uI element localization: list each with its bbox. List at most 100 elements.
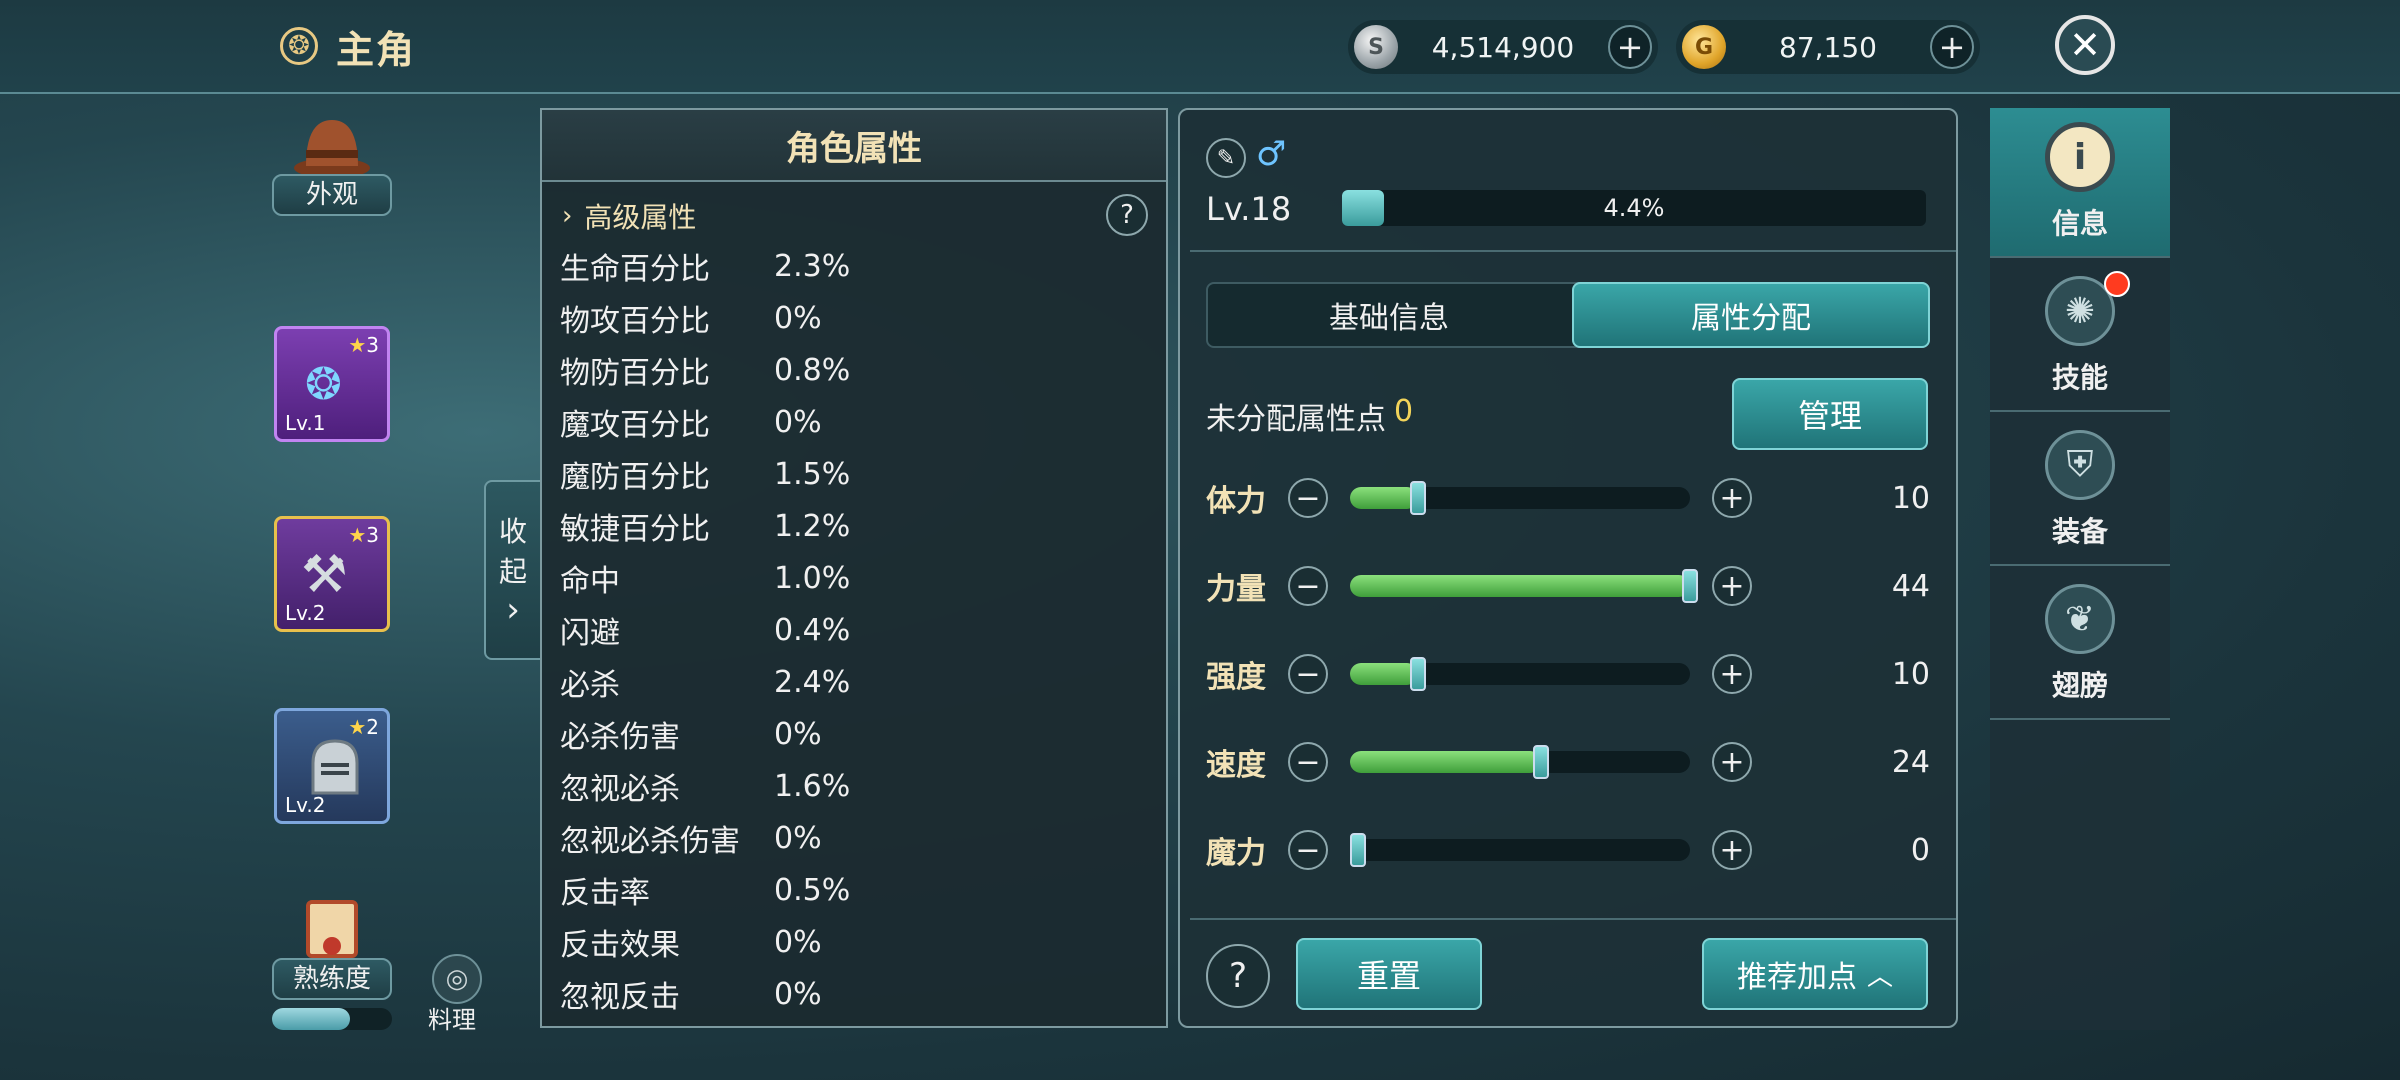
chevron-up-icon: ︿ (1866, 961, 1893, 992)
add-gold-button[interactable]: + (1930, 25, 1974, 69)
cooking-icon[interactable]: ◎ (432, 954, 482, 1004)
stat-slider[interactable] (1350, 745, 1690, 779)
attribute-name: 必杀 (560, 668, 620, 703)
increase-stat-button[interactable]: + (1712, 654, 1752, 694)
stat-value: 44 (1891, 568, 1930, 604)
attribute-row: 魔攻百分比 0% (560, 396, 822, 448)
attribute-value: 0.5% (774, 872, 851, 908)
attribute-value: 0% (774, 976, 822, 1012)
slot-stars: ★3 (348, 333, 379, 357)
proficiency-button[interactable]: 熟练度 (272, 958, 392, 1000)
attribute-value: 1.2% (774, 508, 851, 544)
attribute-name: 忽视必杀伤害 (560, 824, 740, 859)
increase-stat-button[interactable]: + (1712, 566, 1752, 606)
stat-slider-handle[interactable] (1410, 481, 1426, 515)
help-button[interactable]: ? (1206, 944, 1270, 1008)
stat-slider-handle[interactable] (1410, 657, 1426, 691)
stat-row: 魔力 − +0 (1206, 824, 1930, 876)
equip-slot-ring[interactable]: ★3 ❂ Lv.1 (274, 326, 390, 442)
tab-attribute-allocation[interactable]: 属性分配 (1572, 282, 1930, 348)
stat-slider[interactable] (1350, 657, 1690, 691)
rename-pencil-icon[interactable]: ✎ (1206, 138, 1246, 178)
wing-icon: ❦ (2045, 584, 2115, 654)
attribute-row: 必杀 2.4% (560, 656, 850, 708)
reset-button[interactable]: 重置 (1296, 938, 1482, 1010)
decrease-stat-button[interactable]: − (1288, 566, 1328, 606)
attribute-name: 物攻百分比 (560, 304, 710, 339)
attribute-value: 2.4% (774, 664, 851, 700)
wheel-icon: ❂ (280, 27, 318, 65)
decrease-stat-button[interactable]: − (1288, 742, 1328, 782)
gold-amount: 87,150 (1779, 30, 1877, 64)
decrease-stat-button[interactable]: − (1288, 830, 1328, 870)
stat-slider[interactable] (1350, 833, 1690, 867)
divider (1190, 918, 1956, 920)
stat-slider-fill (1350, 575, 1690, 597)
stat-value: 24 (1891, 744, 1930, 780)
attribute-value: 0% (774, 716, 822, 752)
manage-button[interactable]: 管理 (1732, 378, 1928, 450)
nav-item-wings[interactable]: ❦ 翅膀 (1990, 570, 2170, 720)
stat-name: 魔力 (1206, 836, 1266, 871)
attribute-name: 命中 (560, 564, 620, 599)
proficiency-bar (272, 1008, 392, 1030)
exp-bar: 4.4% (1342, 190, 1926, 226)
nav-item-skill[interactable]: ✺ 技能 (1990, 262, 2170, 412)
attribute-name: 必杀伤害 (560, 720, 680, 755)
attribute-name: 生命百分比 (560, 252, 710, 287)
attribute-row: 魔防百分比 1.5% (560, 448, 850, 500)
attribute-row: 生命百分比 2.3% (560, 240, 850, 292)
silver-coin-icon: S (1354, 25, 1398, 69)
stat-slider-fill (1350, 663, 1418, 685)
ring-icon: ❂ (305, 359, 342, 410)
appearance-button[interactable]: 外观 (272, 174, 392, 216)
slot-level: Lv.1 (285, 411, 326, 435)
equip-slot-axe[interactable]: ★3 ⚒ Lv.2 (274, 516, 390, 632)
add-silver-button[interactable]: + (1608, 25, 1652, 69)
decrease-stat-button[interactable]: − (1288, 478, 1328, 518)
attribute-name: 敏捷百分比 (560, 512, 710, 547)
stat-slider-handle[interactable] (1682, 569, 1698, 603)
tab-basic-info[interactable]: 基础信息 (1206, 282, 1572, 348)
gold-currency: G 87,150 + (1676, 20, 1980, 74)
nav-item-info[interactable]: i 信息 (1990, 108, 2170, 258)
armor-icon: ⛨ (2045, 430, 2115, 500)
attribute-row: 反击率 0.5% (560, 864, 850, 916)
stat-slider[interactable] (1350, 481, 1690, 515)
stat-slider-handle[interactable] (1533, 745, 1549, 779)
attribute-row: 忽视必杀伤害 0% (560, 812, 822, 864)
stat-slider[interactable] (1350, 569, 1698, 603)
attribute-row: 忽视必杀 1.6% (560, 760, 850, 812)
character-level: Lv.18 (1206, 190, 1292, 228)
unassigned-points-value: 0 (1394, 394, 1414, 429)
unassigned-points-label: 未分配属性点 (1206, 402, 1386, 437)
increase-stat-button[interactable]: + (1712, 742, 1752, 782)
collapse-button[interactable]: 收 起 › (484, 480, 542, 660)
stat-name: 体力 (1206, 484, 1266, 519)
scroll-icon[interactable] (294, 894, 370, 964)
slot-level: Lv.2 (285, 601, 326, 625)
attribute-row: 物攻百分比 0% (560, 292, 822, 344)
attribute-row: 闪避 0.4% (560, 604, 850, 656)
increase-stat-button[interactable]: + (1712, 830, 1752, 870)
attribute-name: 忽视必杀 (560, 772, 680, 807)
equip-slot-helmet[interactable]: ★2 Lv.2 (274, 708, 390, 824)
side-nav: i 信息 ✺ 技能 ⛨ 装备 ❦ 翅膀 (1990, 108, 2170, 1030)
cooking-label: 料理 (428, 1006, 476, 1034)
skill-icon: ✺ (2045, 271, 2130, 346)
chevron-right-icon: › (506, 590, 520, 630)
stat-slider-fill (1350, 751, 1541, 773)
recommend-points-label: 推荐加点 (1736, 960, 1857, 995)
close-button[interactable]: ✕ (2055, 15, 2115, 75)
increase-stat-button[interactable]: + (1712, 478, 1752, 518)
silver-currency: S 4,514,900 + (1348, 20, 1658, 74)
attribute-value: 0% (774, 820, 822, 856)
hat-icon[interactable] (292, 110, 372, 182)
stat-slider-handle[interactable] (1350, 833, 1366, 867)
recommend-points-button[interactable]: 推荐加点 ︿ (1702, 938, 1928, 1010)
stat-row: 力量 − +44 (1206, 560, 1930, 612)
decrease-stat-button[interactable]: − (1288, 654, 1328, 694)
nav-item-equip[interactable]: ⛨ 装备 (1990, 416, 2170, 566)
stat-name: 力量 (1206, 572, 1266, 607)
attribute-row: 必杀伤害 0% (560, 708, 822, 760)
